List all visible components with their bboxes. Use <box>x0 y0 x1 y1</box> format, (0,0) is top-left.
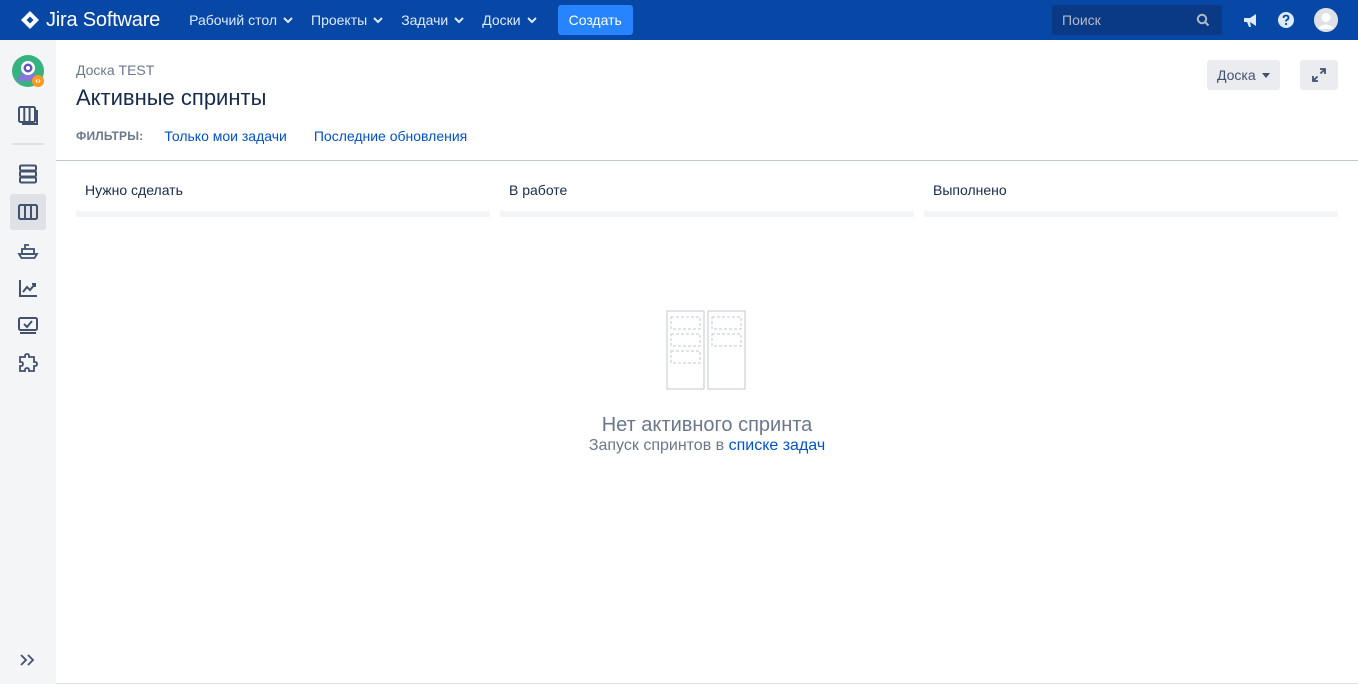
backlog-icon <box>19 164 37 184</box>
sidebar-item-reports[interactable] <box>10 270 46 306</box>
active-sprints-icon <box>18 204 38 220</box>
create-button[interactable]: Создать <box>557 5 633 35</box>
chevron-down-icon <box>283 16 293 23</box>
fullscreen-button[interactable] <box>1300 60 1338 90</box>
filter-recently-updated[interactable]: Последние обновления <box>314 128 467 144</box>
menu-issues[interactable]: Задачи <box>392 0 473 40</box>
column-title: Нужно сделать <box>85 182 183 198</box>
column-in-progress: В работе <box>500 171 914 217</box>
project-sidebar <box>0 40 56 684</box>
jira-diamond-icon <box>21 11 39 29</box>
issues-icon <box>18 317 38 334</box>
chevron-down-icon <box>373 16 383 23</box>
board-switcher[interactable] <box>10 97 46 133</box>
sidebar-item-active-sprints[interactable] <box>10 194 46 230</box>
sidebar-item-releases[interactable] <box>10 232 46 268</box>
menu-issues-label: Задачи <box>401 12 449 28</box>
user-icon <box>1314 8 1338 32</box>
search-box[interactable] <box>1052 5 1222 35</box>
sidebar-divider <box>12 143 44 145</box>
logo-text: Jira Software <box>46 8 161 31</box>
empty-state: Нет активного спринта Запуск спринтов в … <box>56 310 1358 455</box>
empty-state-text: Запуск спринтов в <box>588 437 729 454</box>
help-icon[interactable] <box>1276 10 1296 30</box>
search-icon[interactable] <box>1196 13 1210 27</box>
column-drop-zone <box>924 211 1338 217</box>
expand-icon <box>1312 68 1326 82</box>
empty-state-subtitle: Запуск спринтов в списке задач <box>56 437 1358 455</box>
reports-icon <box>19 280 37 297</box>
top-navigation: Jira Software Рабочий стол Проекты Задач… <box>0 0 1358 40</box>
filters-label: ФИЛЬТРЫ: <box>76 129 144 143</box>
expand-sidebar-button[interactable] <box>10 642 46 678</box>
filter-only-my-issues[interactable]: Только мои задачи <box>164 128 286 144</box>
column-to-do: Нужно сделать <box>76 171 490 217</box>
project-avatar-icon[interactable] <box>12 55 44 87</box>
board-menu-label: Доска <box>1217 67 1256 83</box>
board-switcher-icon <box>18 106 38 125</box>
user-avatar[interactable] <box>1314 8 1338 32</box>
column-drop-zone <box>76 211 490 217</box>
menu-boards-label: Доски <box>482 12 521 28</box>
main-content: Доска TEST Активные спринты ФИЛЬТРЫ: Тол… <box>56 40 1358 684</box>
menu-projects[interactable]: Проекты <box>302 0 392 40</box>
breadcrumb[interactable]: Доска TEST <box>76 62 154 78</box>
header-divider <box>56 160 1358 161</box>
page-title: Активные спринты <box>76 85 267 110</box>
chevron-down-icon <box>526 16 537 23</box>
sidebar-item-add-ons[interactable] <box>10 346 46 382</box>
main-menu: Рабочий стол Проекты Задачи Доски Создат… <box>180 0 633 40</box>
expand-sidebar-icon <box>20 654 35 666</box>
releases-icon <box>17 244 39 259</box>
add-ons-icon <box>19 353 38 372</box>
jira-logo[interactable]: Jira Software <box>20 0 160 40</box>
notifications-megaphone-icon[interactable] <box>1241 10 1261 30</box>
empty-board-illustration <box>666 310 746 390</box>
backlog-link[interactable]: списке задач <box>729 437 826 454</box>
column-title: Выполнено <box>933 182 1007 198</box>
column-drop-zone <box>500 211 914 217</box>
quick-filters: ФИЛЬТРЫ: Только мои задачи Последние обн… <box>76 128 467 144</box>
menu-dashboards-label: Рабочий стол <box>189 12 277 28</box>
sidebar-item-issues[interactable] <box>10 308 46 344</box>
chevron-down-icon <box>454 16 464 23</box>
menu-projects-label: Проекты <box>311 12 368 28</box>
search-input[interactable] <box>1062 12 1192 28</box>
menu-boards[interactable]: Доски <box>473 0 545 40</box>
menu-dashboards[interactable]: Рабочий стол <box>180 0 302 40</box>
caret-down-icon <box>1261 72 1270 78</box>
board-menu-button[interactable]: Доска <box>1207 60 1280 90</box>
empty-state-title: Нет активного спринта <box>601 414 813 436</box>
column-done: Выполнено <box>924 171 1338 217</box>
sidebar-item-backlog[interactable] <box>10 156 46 192</box>
column-title: В работе <box>509 182 568 198</box>
